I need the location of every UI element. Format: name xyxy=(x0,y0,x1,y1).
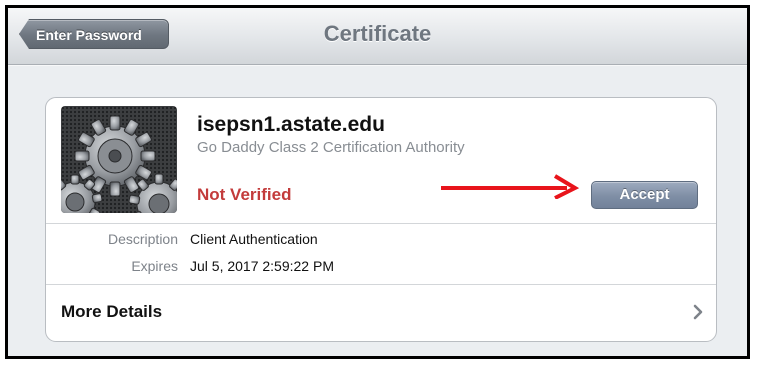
more-details-row[interactable]: More Details xyxy=(46,285,716,341)
divider xyxy=(46,223,716,224)
accept-button[interactable]: Accept xyxy=(591,181,698,209)
certificate-host-name: isepsn1.astate.edu xyxy=(197,113,385,136)
certificate-card: isepsn1.astate.edu Go Daddy Class 2 Cert… xyxy=(45,97,717,342)
expires-value: Jul 5, 2017 2:59:22 PM xyxy=(190,258,334,274)
more-details-label: More Details xyxy=(61,302,163,321)
verification-status: Not Verified xyxy=(197,185,292,204)
chevron-right-icon xyxy=(693,304,703,320)
description-label: Description xyxy=(107,231,178,247)
certificate-issuer: Go Daddy Class 2 Certification Authority xyxy=(197,139,465,156)
settings-gear-icon xyxy=(61,106,177,213)
screen-frame: Enter Password Certificate isepsn1.astat… xyxy=(5,5,750,359)
red-arrow-icon xyxy=(441,174,580,199)
back-button-enter-password[interactable]: Enter Password xyxy=(19,19,169,49)
certificate-summary: isepsn1.astate.edu Go Daddy Class 2 Cert… xyxy=(46,98,716,223)
description-value: Client Authentication xyxy=(190,231,318,247)
navigation-bar: Enter Password Certificate xyxy=(8,8,747,65)
expires-label: Expires xyxy=(131,258,178,274)
